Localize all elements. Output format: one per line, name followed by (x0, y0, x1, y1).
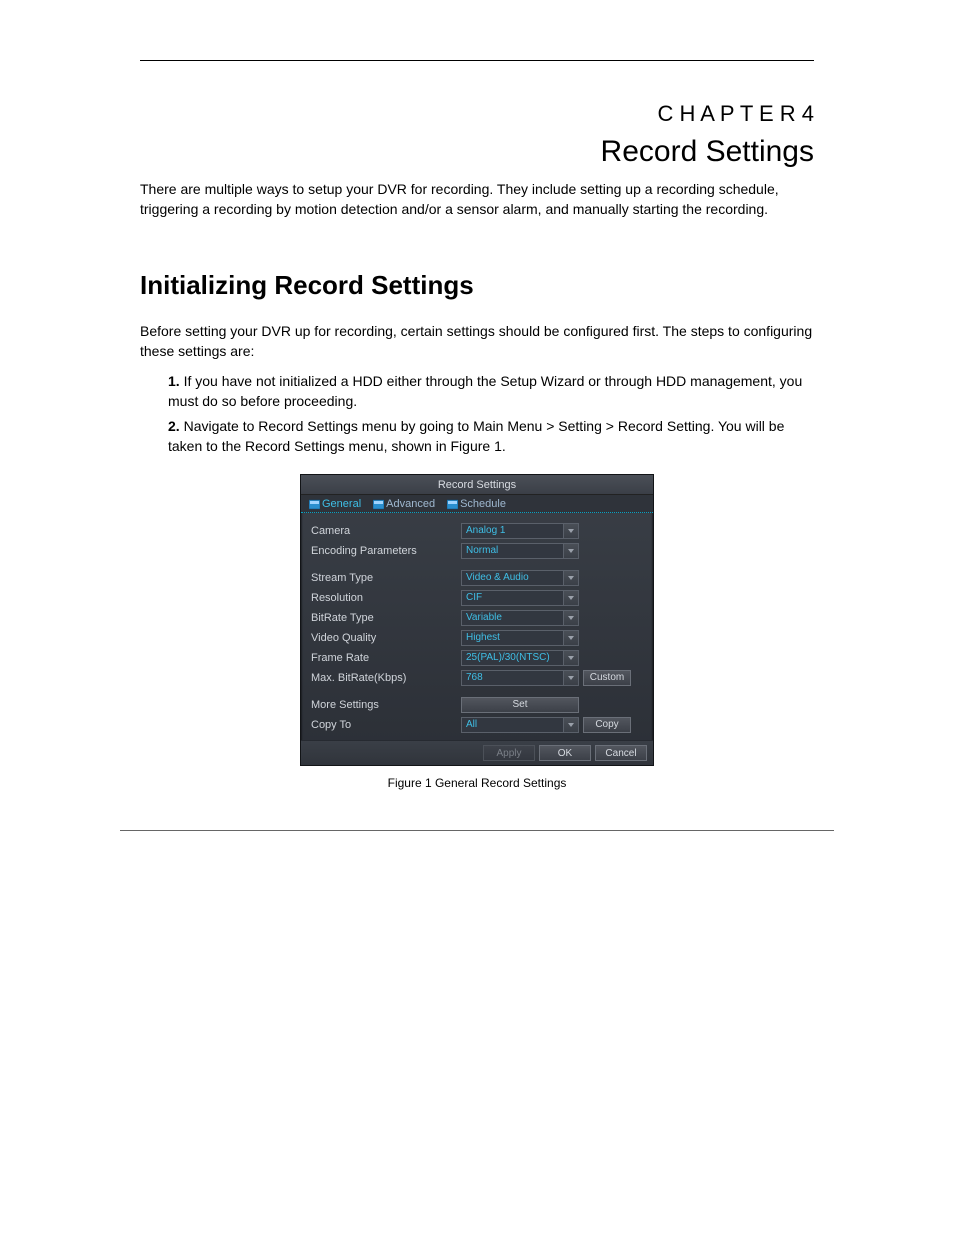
ok-button[interactable]: OK (539, 745, 591, 761)
chevron-down-icon (563, 631, 578, 645)
label-encoding: Encoding Parameters (311, 545, 461, 557)
copy-button[interactable]: Copy (583, 717, 631, 733)
label-camera: Camera (311, 525, 461, 537)
tab-general[interactable]: General (303, 496, 367, 512)
label-copy-to: Copy To (311, 719, 461, 731)
label-more-settings: More Settings (311, 699, 461, 711)
intro-paragraph: There are multiple ways to setup your DV… (140, 179, 814, 220)
dropdown-stream-type[interactable]: Video & Audio (461, 570, 579, 586)
tab-general-icon (309, 499, 320, 510)
chevron-down-icon (563, 718, 578, 732)
dropdown-frame-rate[interactable]: 25(PAL)/30(NTSC) (461, 650, 579, 666)
chevron-down-icon (563, 671, 578, 685)
record-settings-dialog: Record Settings General Advanced Schedul… (300, 474, 654, 766)
set-button[interactable]: Set (461, 697, 579, 713)
label-resolution: Resolution (311, 592, 461, 604)
dropdown-encoding[interactable]: Normal (461, 543, 579, 559)
dropdown-camera[interactable]: Analog 1 (461, 523, 579, 539)
tab-advanced[interactable]: Advanced (367, 496, 441, 512)
label-frame-rate: Frame Rate (311, 652, 461, 664)
chevron-down-icon (563, 544, 578, 558)
chevron-down-icon (563, 591, 578, 605)
tab-advanced-icon (373, 499, 384, 510)
dropdown-video-quality[interactable]: Highest (461, 630, 579, 646)
step-1: 1. If you have not initialized a HDD eit… (140, 371, 814, 412)
chapter-label: C H A P T E R 4 (140, 101, 814, 127)
chevron-down-icon (563, 524, 578, 538)
chevron-down-icon (563, 571, 578, 585)
tab-schedule-icon (447, 499, 458, 510)
apply-button[interactable]: Apply (483, 745, 535, 761)
label-stream-type: Stream Type (311, 572, 461, 584)
tab-schedule[interactable]: Schedule (441, 496, 512, 512)
dropdown-resolution[interactable]: CIF (461, 590, 579, 606)
chevron-down-icon (563, 611, 578, 625)
step-2: 2. Navigate to Record Settings menu by g… (140, 416, 814, 457)
section-heading: Initializing Record Settings (140, 270, 814, 301)
dropdown-bitrate-type[interactable]: Variable (461, 610, 579, 626)
dropdown-max-bitrate[interactable]: 768 (461, 670, 579, 686)
cancel-button[interactable]: Cancel (595, 745, 647, 761)
label-video-quality: Video Quality (311, 632, 461, 644)
label-bitrate-type: BitRate Type (311, 612, 461, 624)
chapter-title: Record Settings (140, 135, 814, 169)
label-max-bitrate: Max. BitRate(Kbps) (311, 672, 461, 684)
chevron-down-icon (563, 651, 578, 665)
figure-caption: Figure 1 General Record Settings (140, 776, 814, 790)
dialog-title: Record Settings (301, 475, 653, 495)
dropdown-copy-to[interactable]: All (461, 717, 579, 733)
custom-button[interactable]: Custom (583, 670, 631, 686)
before-paragraph: Before setting your DVR up for recording… (140, 321, 814, 362)
